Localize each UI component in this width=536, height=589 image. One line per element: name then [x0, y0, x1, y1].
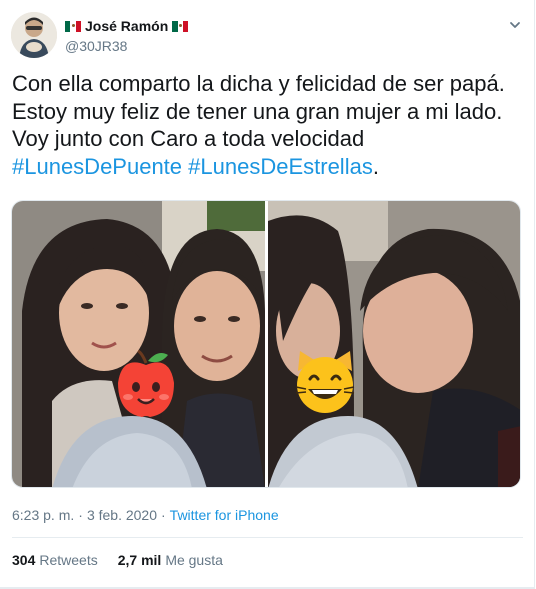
retweets-count: 304	[12, 552, 36, 568]
chevron-down-icon[interactable]	[508, 18, 522, 32]
author-handle[interactable]: @30JR38	[65, 38, 127, 54]
meta-separator: ·	[161, 507, 166, 523]
author-name-row[interactable]: José Ramón	[65, 18, 189, 34]
avatar[interactable]	[11, 12, 57, 58]
retweets-label: Retweets	[39, 552, 98, 568]
tweet-text: Con ella comparto la dicha y felicidad d…	[12, 70, 517, 180]
tweet-meta: 6:23 p. m. · 3 feb. 2020 · Twitter for i…	[12, 507, 279, 523]
tweet-time[interactable]: 6:23 p. m.	[12, 507, 74, 523]
tweet-source[interactable]: Twitter for iPhone	[170, 507, 279, 523]
hashtag-lunesdeestrellas[interactable]: #LunesDeEstrellas	[188, 154, 373, 179]
meta-separator: ·	[78, 507, 83, 523]
apple-emoji	[112, 347, 180, 419]
author-name[interactable]: José Ramón	[85, 18, 168, 34]
divider	[12, 537, 523, 538]
tweet-card: José Ramón @30JR38 Con ella comparto la …	[0, 0, 535, 589]
likes-count: 2,7 mil	[117, 552, 162, 568]
hashtag-lunesdepuente[interactable]: #LunesDePuente	[12, 154, 182, 179]
tweet-body: Con ella comparto la dicha y felicidad d…	[12, 71, 505, 151]
likes-stat[interactable]: 2,7 mil Me gusta	[118, 552, 223, 568]
retweets-stat[interactable]: 304 Retweets	[12, 552, 98, 568]
tweet-end: .	[372, 153, 379, 179]
media-grid	[11, 200, 521, 488]
photo-right[interactable]	[268, 201, 520, 487]
likes-label: Me gusta	[165, 552, 223, 568]
mexico-flag-icon	[65, 20, 81, 32]
photo-left[interactable]	[12, 201, 265, 487]
grinning-cat-emoji	[290, 347, 360, 417]
mexico-flag-icon	[172, 20, 189, 32]
tweet-date[interactable]: 3 feb. 2020	[87, 507, 157, 523]
tweet-stats: 304 Retweets 2,7 mil Me gusta	[12, 552, 223, 568]
